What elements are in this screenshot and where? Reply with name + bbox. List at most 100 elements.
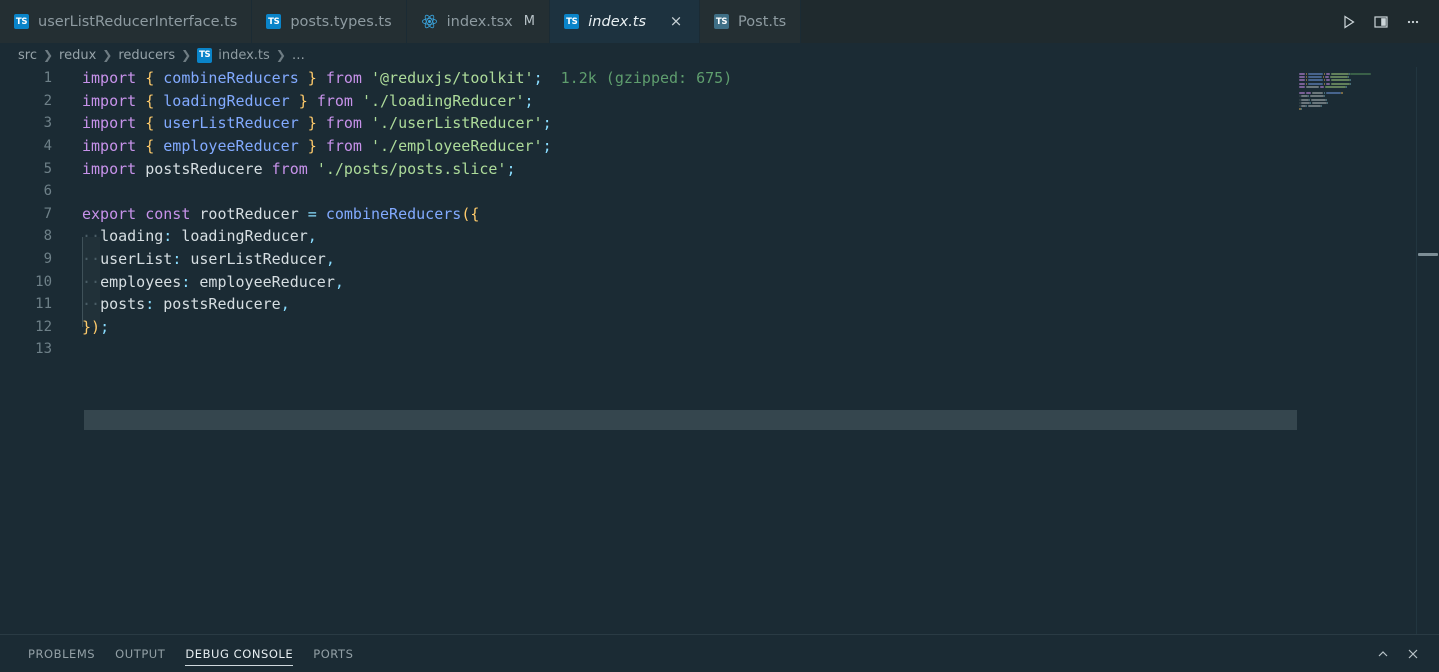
editor-tab-posts-types[interactable]: TS posts.types.ts	[252, 0, 407, 43]
code-lines[interactable]: 1 import { combineReducers } from '@redu…	[0, 67, 732, 361]
vertical-scrollbar[interactable]	[1416, 67, 1439, 634]
tab-problems[interactable]: PROBLEMS	[18, 635, 105, 672]
minimap-token	[1310, 95, 1324, 98]
line-content: });	[82, 317, 110, 336]
bottom-panel: PROBLEMS OUTPUT DEBUG CONSOLE PORTS	[0, 634, 1439, 672]
breadcrumb: src ❯ redux ❯ reducers ❯ TS index.ts ❯ …	[0, 43, 1439, 67]
minimap-token	[1306, 85, 1319, 88]
editor-tab-post-ts[interactable]: TS Post.ts	[700, 0, 802, 43]
minimap-token	[1324, 82, 1325, 85]
code-line[interactable]: 10 ··employees: employeeReducer,	[0, 270, 732, 293]
code-line[interactable]: 4 import { employeeReducer } from './emp…	[0, 135, 732, 158]
typescript-file-icon: TS	[564, 14, 580, 29]
line-content: import { loadingReducer } from './loadin…	[82, 91, 534, 110]
line-content: import postsReducere from './posts/posts…	[82, 159, 516, 178]
editor-tab-index-tsx[interactable]: index.tsx M	[406, 0, 551, 43]
line-number: 2	[43, 92, 52, 109]
more-actions-icon[interactable]	[1399, 8, 1427, 36]
split-editor-icon[interactable]	[1367, 8, 1395, 36]
minimap-token	[1350, 82, 1351, 85]
minimap-token	[1323, 76, 1324, 79]
minimap-token	[1350, 79, 1351, 82]
minimap[interactable]	[1297, 67, 1417, 634]
minimap-token	[1331, 79, 1350, 82]
typescript-file-icon: TS	[14, 14, 29, 29]
minimap-token	[1299, 73, 1305, 75]
chevron-right-icon: ❯	[42, 48, 54, 62]
minimap-token	[1326, 73, 1330, 75]
editor-tab-modified-badge: M	[523, 14, 536, 29]
breadcrumb-item-index-ts[interactable]: TS index.ts	[197, 47, 270, 63]
typescript-file-icon: TS	[197, 47, 213, 63]
code-line[interactable]: 11 ··posts: postsReducere,	[0, 293, 732, 316]
react-file-icon	[421, 13, 438, 30]
editor-tab-label: Post.ts	[738, 13, 787, 30]
breadcrumb-item-src[interactable]: src	[18, 48, 37, 63]
minimap-token	[1301, 101, 1310, 104]
breadcrumb-item-reducers[interactable]: reducers	[118, 48, 175, 63]
breadcrumb-item-redux[interactable]: redux	[59, 48, 96, 63]
editor-tab-label: userListReducerInterface.ts	[38, 13, 238, 30]
tab-debug-console[interactable]: DEBUG CONSOLE	[175, 635, 303, 672]
tab-ports[interactable]: PORTS	[303, 635, 363, 672]
minimap-token	[1308, 95, 1309, 98]
minimap-token	[1311, 98, 1326, 101]
line-content: import { employeeReducer } from './emplo…	[82, 137, 552, 156]
minimap-token	[1312, 101, 1327, 104]
current-line-selection	[84, 410, 1302, 430]
code-line[interactable]: 13	[0, 338, 732, 361]
breadcrumb-item-label: index.ts	[218, 47, 270, 63]
chevron-right-icon: ❯	[181, 48, 192, 62]
minimap-token	[1327, 101, 1328, 104]
line-content: import { userListReducer } from './userL…	[82, 114, 552, 133]
minimap-token	[1312, 92, 1323, 95]
code-line[interactable]: 5 import postsReducere from './posts/pos…	[0, 157, 732, 180]
breadcrumb-item-symbols[interactable]: …	[292, 48, 305, 63]
line-number: 8	[43, 228, 52, 245]
run-icon[interactable]	[1335, 8, 1363, 36]
close-icon[interactable]: ×	[667, 13, 685, 31]
code-line[interactable]: 8 ··loading: loadingReducer,	[0, 225, 732, 248]
line-number: 4	[43, 138, 52, 155]
chevron-right-icon: ❯	[102, 48, 113, 62]
minimap-token	[1350, 73, 1371, 75]
code-line[interactable]: 1 import { combineReducers } from '@redu…	[0, 67, 733, 90]
minimap-token	[1331, 73, 1349, 75]
code-line[interactable]: 7 export const rootReducer = combineRedu…	[0, 203, 732, 226]
scrollbar-decoration	[1418, 253, 1438, 256]
line-content: ··posts: postsReducere,	[82, 295, 290, 314]
minimap-token	[1326, 98, 1327, 101]
code-line[interactable]: 6	[0, 180, 732, 203]
code-line[interactable]: 12 });	[0, 316, 732, 339]
line-number: 10	[35, 273, 52, 290]
editor-tab-label: index.ts	[588, 13, 647, 30]
minimap-token	[1299, 79, 1305, 82]
minimap-token	[1299, 82, 1305, 85]
minimap-token	[1346, 85, 1347, 88]
code-line[interactable]: 2 import { loadingReducer } from './load…	[0, 90, 732, 113]
code-line[interactable]: 9 ··userList: userListReducer,	[0, 248, 732, 271]
editor-tab-label: posts.types.ts	[290, 13, 392, 30]
minimap-token	[1306, 76, 1307, 79]
line-number: 7	[43, 205, 52, 222]
minimap-token	[1342, 92, 1343, 95]
tab-output[interactable]: OUTPUT	[105, 635, 175, 672]
minimap-token	[1306, 105, 1307, 107]
minimap-token	[1325, 85, 1346, 88]
minimap-token	[1306, 79, 1307, 82]
minimap-token	[1308, 105, 1321, 107]
minimap-token	[1308, 82, 1323, 85]
typescript-file-icon: TS	[266, 14, 282, 29]
code-line[interactable]: 3 import { userListReducer } from './use…	[0, 112, 732, 135]
minimap-token	[1306, 73, 1307, 75]
editor-tab-userlistreducerinterface[interactable]: TS userListReducerInterface.ts	[0, 0, 253, 43]
chevron-up-icon[interactable]	[1371, 642, 1395, 666]
line-content: ··employees: employeeReducer,	[82, 272, 344, 291]
editor-tab-label: index.tsx	[446, 13, 513, 30]
editor-actions	[1335, 0, 1439, 43]
editor-tab-index-ts[interactable]: TS index.ts ×	[550, 0, 701, 43]
close-panel-icon[interactable]	[1401, 642, 1425, 666]
code-editor[interactable]: 1 import { combineReducers } from '@redu…	[0, 67, 1439, 634]
line-number: 6	[43, 183, 52, 200]
line-content: import { combineReducers } from '@reduxj…	[82, 69, 733, 88]
